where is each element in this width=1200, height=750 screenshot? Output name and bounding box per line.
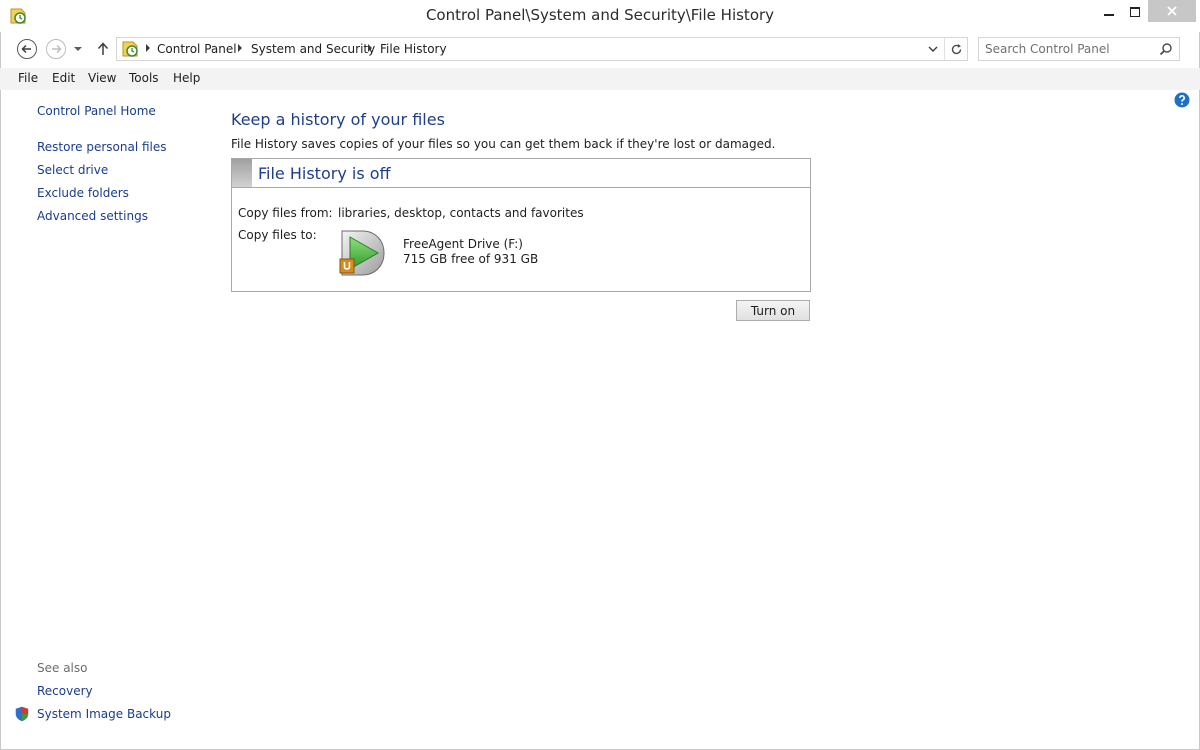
window-title: Control Panel\System and Security\File H…	[425, 6, 775, 24]
up-button[interactable]	[92, 38, 114, 60]
page-description: File History saves copies of your files …	[231, 137, 776, 151]
uac-shield-icon	[15, 706, 29, 722]
navigation-bar: Control Panel System and Security File H…	[0, 34, 1200, 64]
control-panel-home-link[interactable]: Control Panel Home	[37, 104, 156, 118]
restore-personal-files-link[interactable]: Restore personal files	[37, 140, 167, 154]
maximize-icon	[1130, 7, 1140, 17]
chevron-right-icon[interactable]	[235, 42, 245, 54]
advanced-settings-link[interactable]: Advanced settings	[37, 209, 148, 223]
address-dropdown-button[interactable]	[923, 38, 943, 60]
title-bar: Control Panel\System and Security\File H…	[0, 0, 1200, 32]
file-history-status-panel: File History is off Copy files from: lib…	[231, 158, 811, 292]
search-input[interactable]	[985, 40, 1155, 58]
refresh-button[interactable]	[944, 38, 967, 60]
copy-to-label: Copy files to:	[238, 228, 317, 242]
chevron-right-icon[interactable]	[365, 42, 375, 54]
copy-from-value: libraries, desktop, contacts and favorit…	[338, 206, 584, 220]
recent-locations-button[interactable]	[70, 38, 86, 60]
page-title: Keep a history of your files	[231, 110, 445, 129]
breadcrumb-system-and-security[interactable]: System and Security	[251, 42, 375, 56]
menu-tools[interactable]: Tools	[129, 71, 159, 85]
forward-button[interactable]	[45, 38, 67, 60]
exclude-folders-link[interactable]: Exclude folders	[37, 186, 129, 200]
recovery-link[interactable]: Recovery	[37, 684, 93, 698]
search-box[interactable]	[978, 37, 1180, 61]
back-button[interactable]	[16, 38, 38, 60]
copy-from-label: Copy files from:	[238, 206, 333, 220]
menu-help[interactable]: Help	[173, 71, 200, 85]
status-indicator-stripe	[232, 159, 252, 187]
chevron-down-icon	[74, 47, 82, 51]
system-image-backup-link[interactable]: System Image Backup	[37, 707, 171, 721]
breadcrumb-file-history[interactable]: File History	[380, 42, 447, 56]
chevron-down-icon	[928, 46, 938, 52]
status-header: File History is off	[232, 159, 810, 188]
drive-free-space: 715 GB free of 931 GB	[403, 252, 539, 266]
breadcrumb-control-panel[interactable]: Control Panel	[157, 42, 237, 56]
refresh-icon	[951, 43, 961, 54]
menu-edit[interactable]: Edit	[52, 71, 75, 85]
external-drive-play-icon	[339, 230, 385, 276]
see-also-label: See also	[37, 661, 88, 675]
turn-on-button[interactable]: Turn on	[736, 300, 810, 321]
file-history-icon	[122, 41, 138, 57]
search-icon[interactable]	[1159, 42, 1173, 56]
maximize-button[interactable]	[1120, 0, 1150, 24]
drive-name: FreeAgent Drive (F:)	[403, 237, 523, 251]
menu-bar: File Edit View Tools Help	[0, 68, 1200, 90]
help-icon[interactable]	[1174, 92, 1190, 108]
close-icon	[1167, 6, 1177, 16]
address-bar[interactable]: Control Panel System and Security File H…	[116, 37, 968, 61]
select-drive-link[interactable]: Select drive	[37, 163, 108, 177]
close-button[interactable]	[1148, 0, 1196, 22]
up-arrow-icon	[97, 42, 109, 55]
chevron-right-icon[interactable]	[143, 42, 153, 54]
menu-file[interactable]: File	[18, 71, 38, 85]
minimize-icon	[1104, 14, 1114, 16]
window-frame	[0, 0, 1200, 750]
back-arrow-icon	[17, 39, 37, 59]
menu-view[interactable]: View	[88, 71, 116, 85]
status-title: File History is off	[258, 164, 391, 183]
forward-arrow-icon	[46, 39, 66, 59]
